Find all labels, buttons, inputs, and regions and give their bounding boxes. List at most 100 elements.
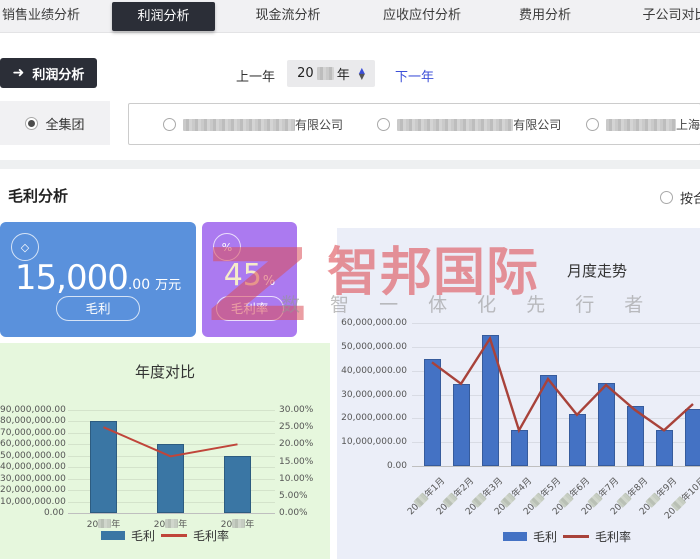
year-censored (316, 67, 334, 80)
legend-label-margin: 毛利率 (193, 529, 230, 543)
gross-margin-button[interactable]: 毛利率 (215, 296, 284, 321)
y-axis-tick-left: 50,000,000.00 (0, 450, 66, 461)
y-axis-tick-left: 80,000,000.00 (0, 416, 66, 427)
tab-receivable-payable[interactable]: 应收应付分析 (376, 0, 468, 32)
company-options-box: 有限公司 有限公司 上海 (128, 103, 700, 145)
year-censored (587, 492, 603, 508)
legend-bar-swatch (502, 532, 527, 541)
gross-profit-button[interactable]: 毛利 (56, 296, 140, 321)
y-axis-tick: 60,000,000.00 (341, 318, 407, 328)
legend-label-profit: 毛利 (130, 529, 155, 543)
year-value-suffix: 年 (336, 68, 350, 83)
tab-cashflow[interactable]: 现金流分析 (248, 0, 328, 32)
profit-bar (539, 375, 557, 466)
year-censored (645, 492, 661, 508)
profit-bar (224, 455, 251, 513)
y-axis-tick: 40,000,000.00 (341, 365, 407, 376)
profit-bar (423, 358, 441, 466)
gross-profit-amount: 15,000 (14, 258, 129, 298)
company-option-2[interactable]: 有限公司 (377, 116, 586, 133)
diamond-circle-icon: ◇ (11, 233, 39, 261)
legend-line-swatch (161, 534, 187, 537)
y-axis-tick-left: 90,000,000.00 (0, 405, 66, 415)
tab-sales-performance[interactable]: 销售业绩分析 (2, 0, 80, 32)
radio-icon[interactable] (585, 117, 599, 131)
page-title: 毛利分析 (8, 187, 69, 205)
tab-subsidiary-compare[interactable]: 子公司对比 (640, 0, 700, 32)
legend-line-swatch (563, 535, 589, 538)
monthly-chart-panel: 月度走势 0.00 10,000,000.00 20,000,000.00 30,00… (337, 228, 700, 559)
y-axis-tick-left: 20,000,000.00 (0, 485, 66, 496)
monthly-chart-legend: 毛利 毛利率 (397, 528, 700, 545)
year-censored (670, 496, 686, 512)
company-name-censored (397, 118, 514, 131)
company-suffix: 有限公司 (513, 117, 562, 132)
percent-circle-icon: % (213, 233, 241, 261)
legend-label-margin: 毛利率 (595, 530, 632, 544)
gross-profit-decimal: .00 (127, 277, 151, 293)
gross-margin-unit: % (262, 274, 276, 289)
profit-bar (684, 408, 700, 466)
gridline (412, 370, 700, 372)
profit-bar (452, 383, 470, 466)
group-all-option[interactable]: 全集团 (0, 101, 110, 145)
y-axis-tick: 20,000,000.00 (341, 413, 407, 424)
profit-bar (481, 334, 499, 466)
company-option-1[interactable]: 有限公司 (163, 116, 377, 133)
y-axis-tick: 50,000,000.00 (341, 341, 407, 352)
by-contract-option[interactable]: 按合 (660, 188, 700, 207)
section-badge-label: 利润分析 (32, 67, 85, 83)
y-axis-tick: 10,000,000.00 (341, 437, 407, 448)
gross-profit-card: ◇ 15,000.00 万元 毛利 (0, 222, 196, 337)
y-axis-tick-left: 10,000,000.00 (0, 496, 66, 507)
year-censored (558, 492, 574, 508)
prev-year-link[interactable]: 上一年 (236, 66, 275, 85)
radio-icon[interactable] (660, 191, 673, 204)
section-badge: ➜ 利润分析 (0, 58, 97, 88)
year-censored (529, 492, 545, 508)
gridline (412, 323, 700, 324)
radio-icon[interactable] (163, 117, 176, 131)
y-axis-tick: 30,000,000.00 (341, 389, 407, 400)
profit-bar (568, 413, 586, 466)
profit-bar (626, 406, 644, 466)
radio-icon[interactable] (377, 117, 391, 131)
profit-bar (157, 444, 184, 513)
company-name-censored (183, 118, 295, 131)
year-censored (500, 492, 516, 508)
gross-margin-card: % 45% 毛利率 (202, 222, 297, 337)
tab-profit-analysis[interactable]: 利润分析 (112, 2, 215, 31)
y-axis-tick-right: 15.00% (279, 456, 314, 467)
gross-profit-value: 15,000.00 万元 (0, 258, 196, 298)
company-suffix: 有限公司 (295, 117, 344, 132)
y-axis-tick-left: 30,000,000.00 (0, 473, 66, 484)
tab-expense[interactable]: 费用分析 (514, 0, 576, 32)
legend-bar-swatch (100, 531, 125, 540)
y-axis-tick-right: 5.00% (279, 490, 308, 501)
gross-profit-unit: 万元 (155, 278, 182, 293)
profit-bar (655, 430, 673, 466)
y-axis-tick-right: 20.00% (279, 439, 314, 450)
spinner-down-icon[interactable]: ▼ (359, 72, 365, 80)
profit-bar (90, 421, 117, 513)
company-name-censored (605, 118, 676, 131)
year-censored (442, 492, 458, 508)
company-suffix: 上海 (675, 117, 700, 132)
annual-chart-panel: 年度对比 0.00 10,000,000.00 20,000,000.00 30,00… (0, 343, 330, 559)
gross-margin-value: 45% (202, 258, 297, 293)
y-axis-tick-left: 70,000,000.00 (0, 427, 66, 438)
company-option-3[interactable]: 上海 (585, 116, 700, 133)
spinner-arrows[interactable]: ▲ ▼ (359, 66, 365, 80)
x-axis-line (412, 466, 700, 467)
next-year-link[interactable]: 下一年 (395, 66, 434, 85)
annual-chart-legend: 毛利 毛利率 (0, 527, 330, 544)
y-axis-tick-left: 0.00 (43, 508, 64, 518)
y-axis-tick: 0.00 (386, 461, 407, 471)
y-axis-tick-left: 40,000,000.00 (0, 462, 66, 473)
radio-checked-icon[interactable] (25, 116, 39, 130)
year-spinner[interactable]: 20 年 ▲ ▼ (287, 60, 375, 87)
gridline (68, 410, 275, 411)
year-value-prefix: 20 (297, 66, 314, 81)
arrow-right-icon: ➜ (12, 65, 25, 81)
year-censored (413, 492, 429, 508)
